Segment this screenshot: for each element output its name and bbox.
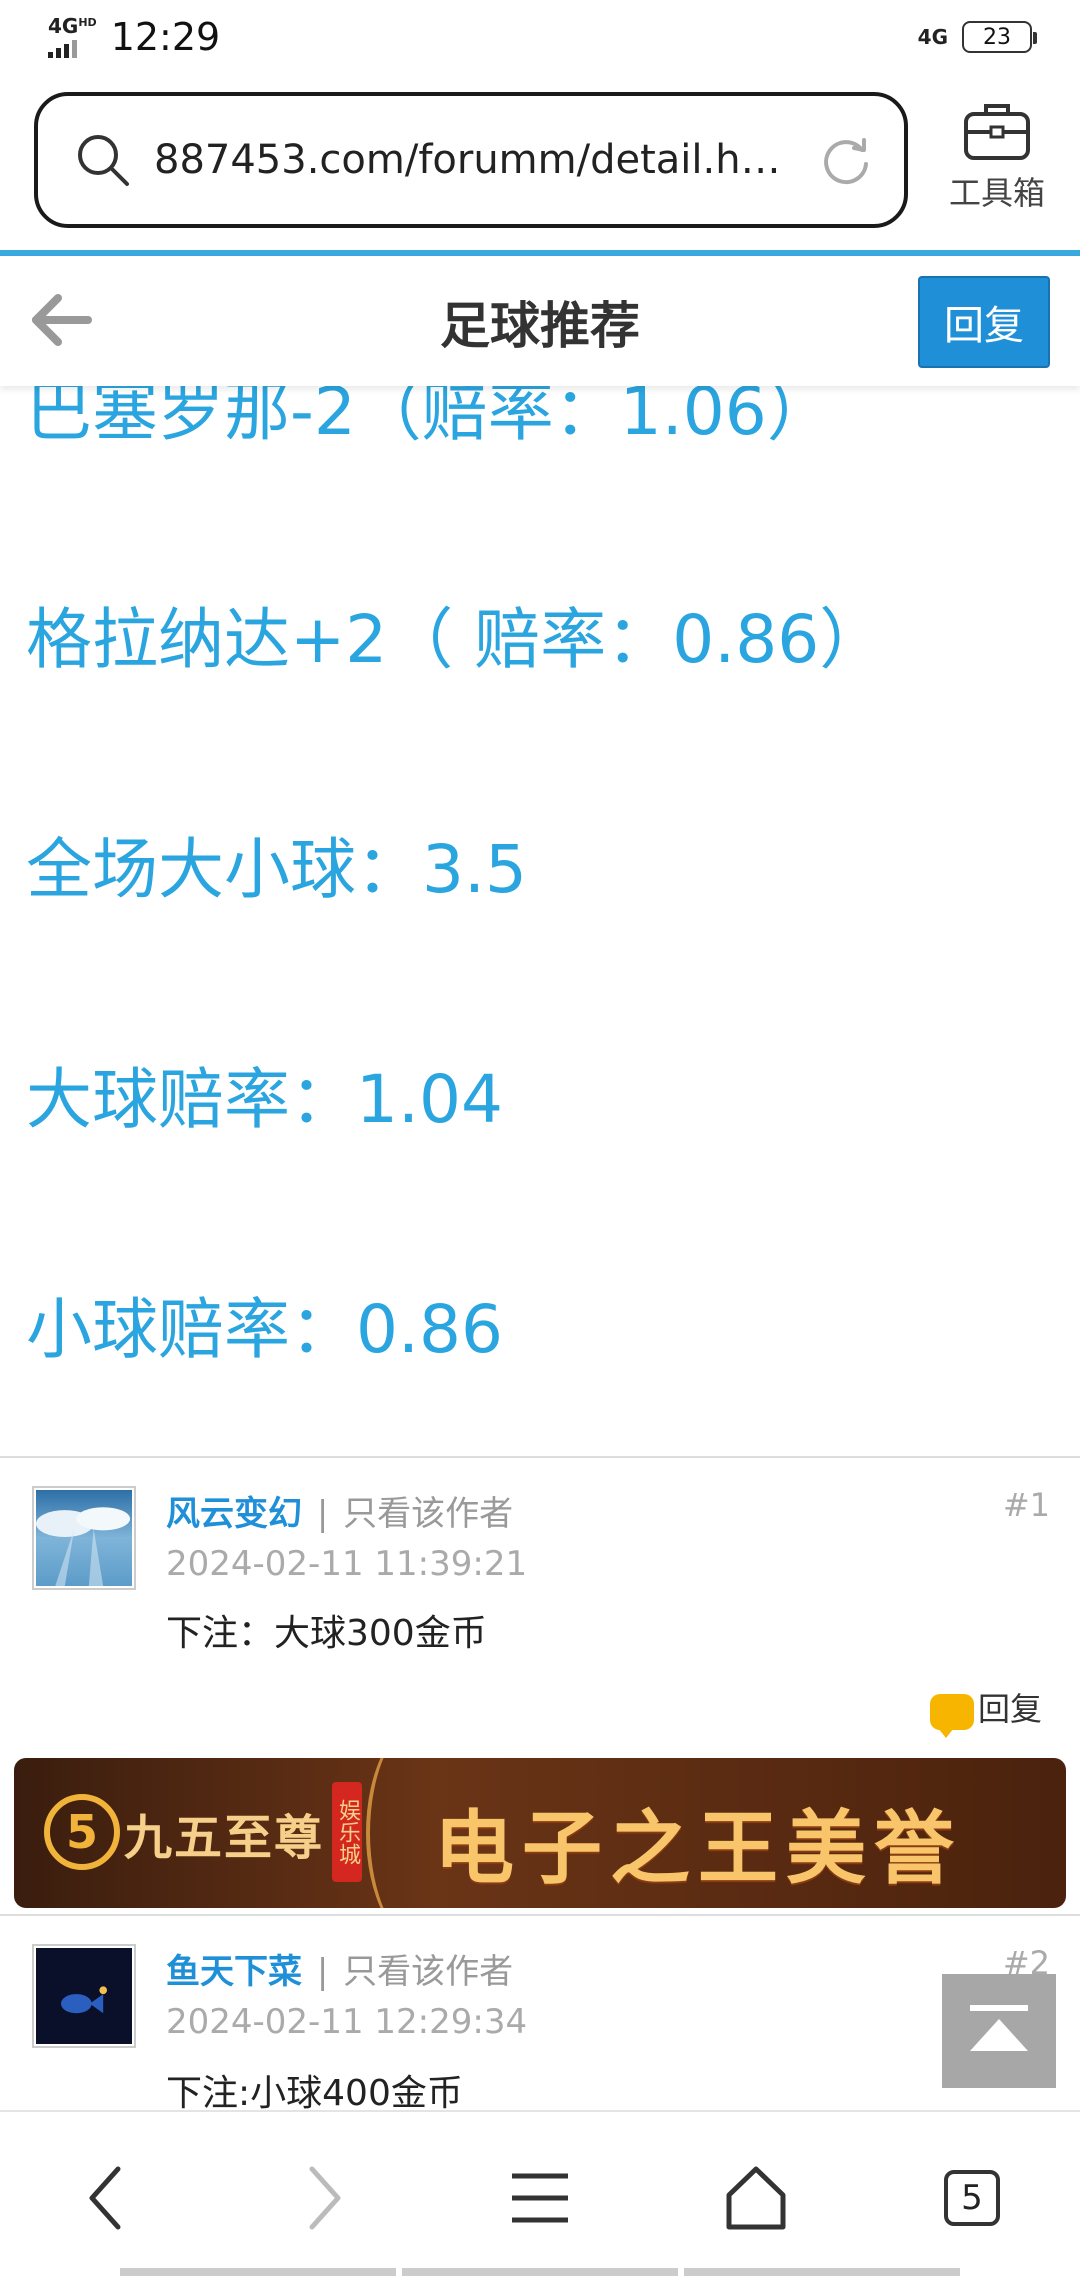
menu-icon [512, 2173, 568, 2223]
status-time: 12:29 [110, 15, 221, 59]
meta-separator: | [316, 1952, 329, 1992]
toolbox-button[interactable]: 工具箱 [932, 98, 1062, 218]
address-bar[interactable]: 887453.com/forumm/detail.h… [34, 92, 908, 228]
toolbox-icon [964, 104, 1030, 160]
comment-author[interactable]: 风云变幻 [166, 1494, 302, 1534]
gesture-bar [120, 2268, 960, 2276]
post-content: 巴塞罗那-2（赔率：1.06） 格拉纳达+2（ 赔率：0.86） 全场大小球：3… [0, 386, 1080, 1458]
speech-bubble-icon [929, 1694, 974, 1738]
comment-reply-label: 回复 [977, 1690, 1042, 1728]
post-line: 小球赔率：0.86 [26, 1291, 503, 1368]
banner-slogan: 电子之王美誉 [434, 1802, 962, 1895]
tabs-count: 5 [944, 2170, 1000, 2226]
avatar-image [36, 1490, 132, 1586]
author-only-link[interactable]: 只看该作者 [343, 1494, 513, 1534]
avatar-image [36, 1948, 132, 2044]
chevron-right-icon [309, 2166, 341, 2230]
battery-level: 23 [983, 24, 1011, 50]
page: 4G HD 12:29 4G 23 887453.com/forumm/deta… [0, 0, 1080, 2280]
bottom-navigation: 5 [0, 2110, 1080, 2280]
network-type-right: 4G [917, 25, 948, 49]
comment-author[interactable]: 鱼天下菜 [166, 1952, 302, 1992]
site-header: 足球推荐 回复 [0, 256, 1080, 386]
comment-meta: 风云变幻 | 只看该作者 [166, 1486, 513, 1535]
battery-icon: 23 [962, 21, 1037, 53]
brand-logo-icon: 5 [44, 1794, 120, 1870]
avatar[interactable] [32, 1486, 136, 1590]
nav-forward-button[interactable] [284, 2158, 364, 2238]
nav-menu-button[interactable] [500, 2158, 580, 2238]
comment-date: 2024-02-11 11:39:21 [166, 1544, 528, 1584]
search-icon [78, 135, 129, 186]
meta-separator: | [316, 1494, 329, 1534]
network-type: 4G [48, 14, 79, 38]
network-hd-label: HD [78, 16, 97, 29]
banner-tag: 娱乐城 [332, 1782, 362, 1882]
home-icon [726, 2166, 786, 2230]
comment-meta: 鱼天下菜 | 只看该作者 [166, 1944, 513, 1993]
avatar[interactable] [32, 1944, 136, 2048]
signal-icon [48, 36, 77, 58]
ad-banner[interactable]: 5 九五至尊 娱乐城 电子之王美誉 [14, 1758, 1066, 1908]
status-bar: 4G HD 12:29 4G 23 [0, 0, 1080, 74]
browser-toolbar: 887453.com/forumm/detail.h… 工具箱 [0, 74, 1080, 250]
nav-home-button[interactable] [716, 2158, 796, 2238]
reply-button[interactable]: 回复 [918, 276, 1050, 368]
banner-brand: 九五至尊 [124, 1810, 325, 1866]
comment-date: 2024-02-11 12:29:34 [166, 2002, 528, 2042]
comment-item: 风云变幻 | 只看该作者 #1 2024-02-11 11:39:21 下注：大… [0, 1458, 1080, 1748]
toolbox-label: 工具箱 [948, 174, 1045, 212]
post-line: 全场大小球：3.5 [26, 831, 527, 908]
comment-body: 下注：大球300金币 [166, 1613, 487, 1654]
nav-back-button[interactable] [66, 2158, 146, 2238]
nav-tabs-button[interactable]: 5 [932, 2158, 1012, 2238]
post-line: 格拉纳达+2（ 赔率：0.86） [26, 601, 886, 678]
arrow-up-icon [970, 2005, 1028, 2051]
url-text[interactable]: 887453.com/forumm/detail.h… [154, 137, 802, 183]
refresh-icon[interactable] [816, 130, 876, 190]
comment-body: 下注:小球400金币 [166, 2073, 463, 2110]
floor-number: #1 [1002, 1486, 1050, 1524]
post-line: 大球赔率：1.04 [26, 1061, 503, 1138]
post-line: 巴塞罗那-2（赔率：1.06） [26, 386, 833, 450]
comment-reply-button[interactable]: 回复 [929, 1684, 1042, 1738]
back-to-top-button[interactable] [942, 1974, 1056, 2088]
chevron-left-icon [89, 2166, 121, 2230]
comment-item: 鱼天下菜 | 只看该作者 #2 2024-02-11 12:29:34 下注:小… [0, 1916, 1080, 2110]
author-only-link[interactable]: 只看该作者 [343, 1952, 513, 1992]
